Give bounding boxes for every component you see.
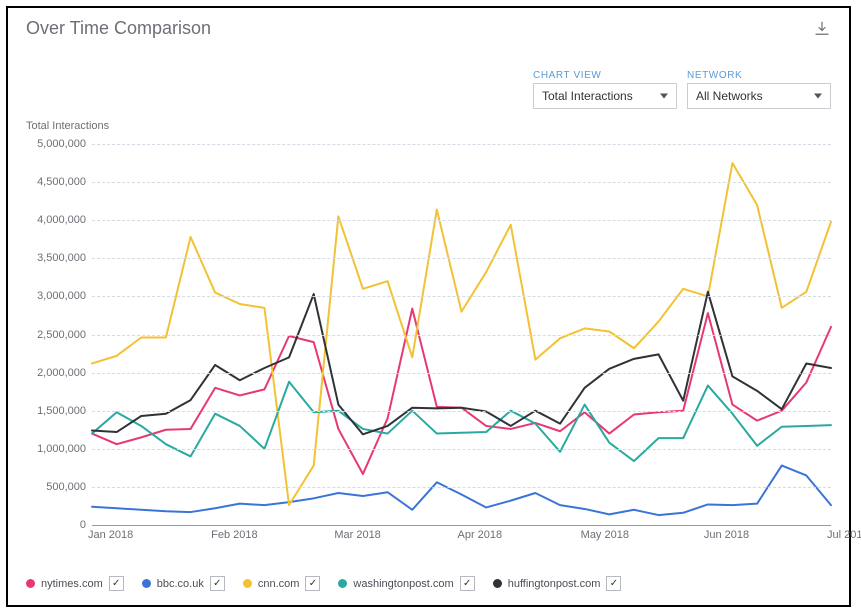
legend: nytimes.com✓bbc.co.uk✓cnn.com✓washington… [26, 576, 621, 591]
legend-swatch [338, 579, 347, 588]
download-icon[interactable] [813, 20, 831, 38]
grid-line [92, 296, 831, 297]
network-group: NETWORK All Networks [687, 70, 831, 109]
legend-label: bbc.co.uk [157, 578, 204, 590]
chart-view-select[interactable]: Total Interactions [533, 83, 677, 109]
legend-swatch [142, 579, 151, 588]
y-tick-label: 2,500,000 [37, 329, 92, 341]
grid-line [92, 449, 831, 450]
chart-view-value: Total Interactions [542, 89, 633, 103]
grid-line [92, 220, 831, 221]
legend-item: nytimes.com ✓ [26, 576, 124, 591]
x-tick-label: Jul 2018 [827, 525, 861, 541]
legend-label: washingtonpost.com [353, 578, 453, 590]
legend-label: nytimes.com [41, 578, 103, 590]
legend-checkbox[interactable]: ✓ [109, 576, 124, 591]
y-tick-label: 1,500,000 [37, 405, 92, 417]
page-title: Over Time Comparison [26, 18, 211, 39]
legend-checkbox[interactable]: ✓ [305, 576, 320, 591]
network-value: All Networks [696, 89, 763, 103]
legend-item: bbc.co.uk ✓ [142, 576, 225, 591]
chart-view-group: CHART VIEW Total Interactions [533, 70, 677, 109]
controls: CHART VIEW Total Interactions NETWORK Al… [533, 70, 831, 109]
y-tick-label: 4,500,000 [37, 176, 92, 188]
series-line [92, 292, 831, 435]
legend-label: cnn.com [258, 578, 300, 590]
legend-swatch [493, 579, 502, 588]
y-axis-title: Total Interactions [26, 120, 109, 132]
chart-view-label: CHART VIEW [533, 70, 677, 81]
x-tick-label: Mar 2018 [334, 525, 380, 541]
y-tick-label: 1,000,000 [37, 443, 92, 455]
grid-line [92, 335, 831, 336]
y-tick-label: 5,000,000 [37, 138, 92, 150]
y-tick-label: 3,500,000 [37, 252, 92, 264]
grid-line [92, 144, 831, 145]
network-label: NETWORK [687, 70, 831, 81]
grid-line [92, 373, 831, 374]
y-tick-label: 500,000 [46, 481, 92, 493]
legend-item: cnn.com ✓ [243, 576, 321, 591]
panel: Over Time Comparison CHART VIEW Total In… [6, 6, 851, 607]
network-select[interactable]: All Networks [687, 83, 831, 109]
grid-line [92, 411, 831, 412]
legend-checkbox[interactable]: ✓ [606, 576, 621, 591]
x-tick-label: Apr 2018 [458, 525, 503, 541]
x-tick-label: May 2018 [581, 525, 629, 541]
x-tick-label: Feb 2018 [211, 525, 257, 541]
legend-swatch [26, 579, 35, 588]
x-tick-label: Jun 2018 [704, 525, 749, 541]
legend-checkbox[interactable]: ✓ [210, 576, 225, 591]
plot: 0500,0001,000,0001,500,0002,000,0002,500… [92, 144, 831, 525]
y-tick-label: 4,000,000 [37, 214, 92, 226]
grid-line [92, 182, 831, 183]
legend-swatch [243, 579, 252, 588]
chart-area: Total Interactions 0500,0001,000,0001,50… [26, 126, 831, 547]
legend-label: huffingtonpost.com [508, 578, 601, 590]
x-tick-label: Jan 2018 [88, 525, 133, 541]
y-tick-label: 3,000,000 [37, 290, 92, 302]
header: Over Time Comparison [8, 8, 849, 43]
grid-line [92, 487, 831, 488]
legend-checkbox[interactable]: ✓ [460, 576, 475, 591]
grid-line [92, 258, 831, 259]
legend-item: huffingtonpost.com ✓ [493, 576, 622, 591]
series-line [92, 466, 831, 516]
legend-item: washingtonpost.com ✓ [338, 576, 474, 591]
y-tick-label: 2,000,000 [37, 367, 92, 379]
